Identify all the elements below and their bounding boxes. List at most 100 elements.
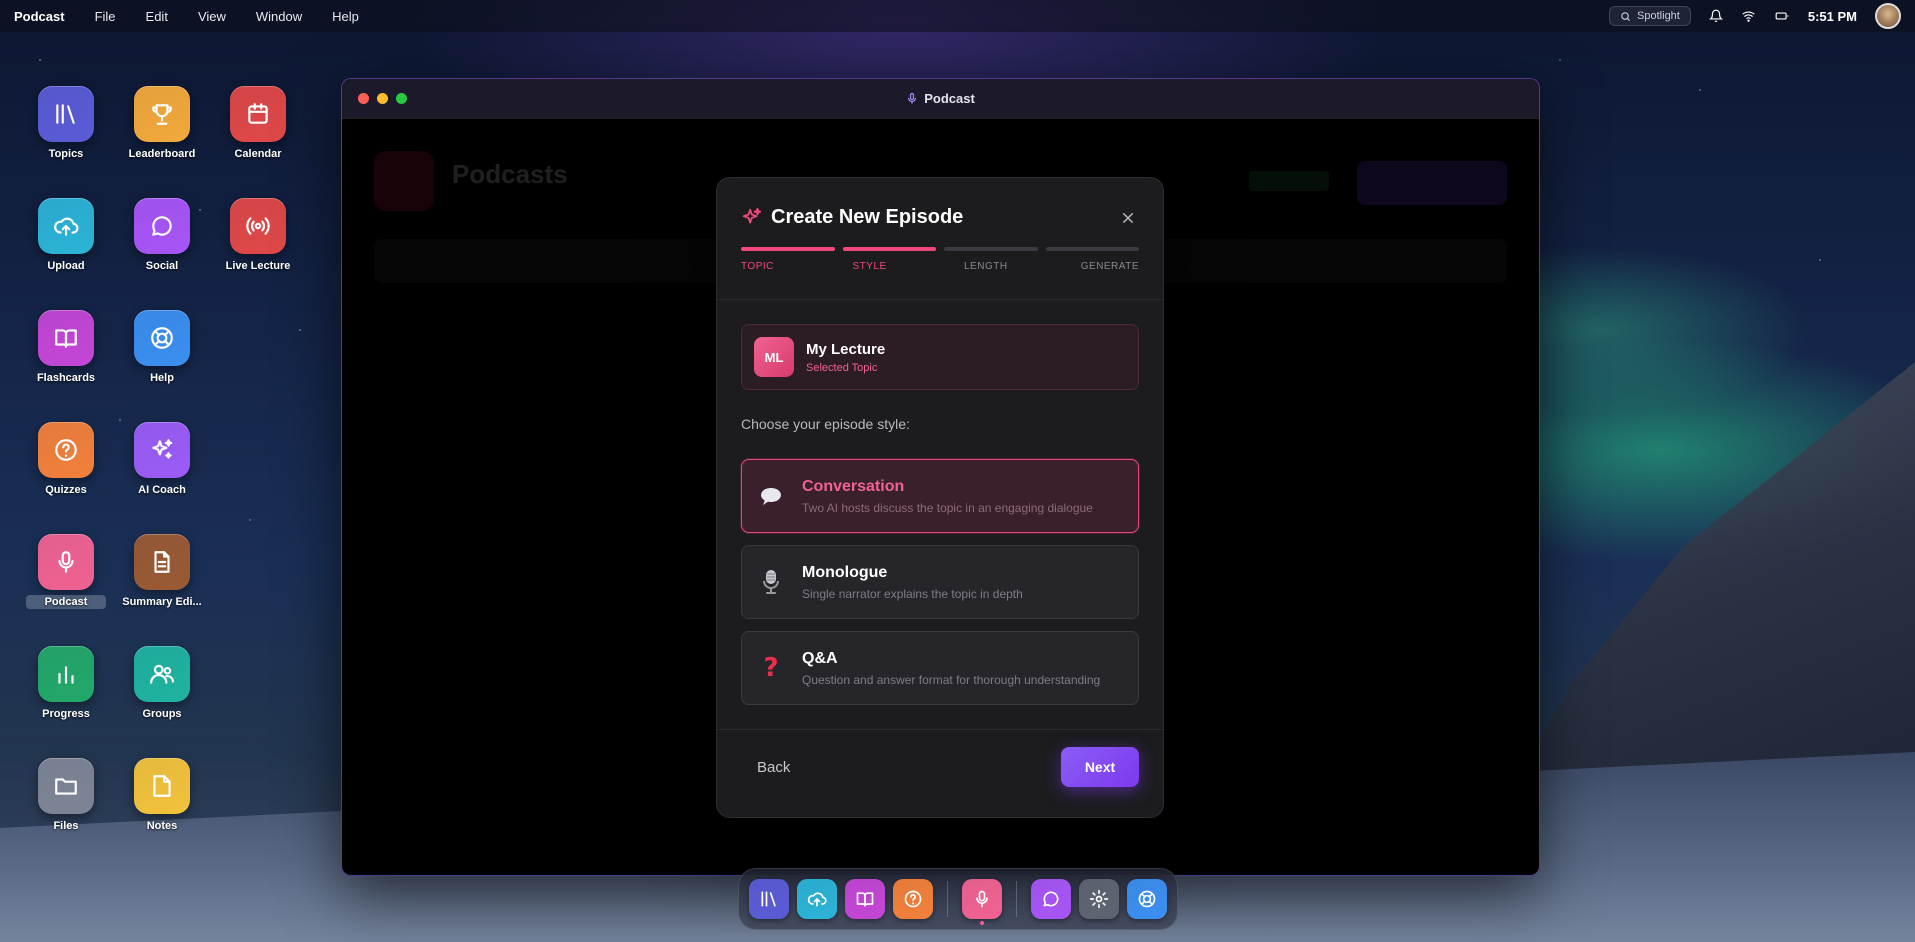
selected-topic-card: ML My Lecture Selected Topic (741, 324, 1139, 390)
desktop-icon-social[interactable]: Social (114, 198, 210, 273)
desktop-icon-progress[interactable]: Progress (18, 646, 114, 721)
back-button[interactable]: Back (741, 747, 806, 787)
desktop-icon-label: Files (53, 820, 79, 832)
window-titlebar[interactable]: Podcast (342, 79, 1539, 119)
lifebuoy-icon (134, 310, 190, 366)
desktop-icon-upload[interactable]: Upload (18, 198, 114, 273)
desktop-icon-calendar[interactable]: Calendar (210, 86, 306, 161)
bell-icon[interactable] (1708, 9, 1723, 23)
question-icon (904, 890, 922, 908)
desktop-icon-ai-coach[interactable]: AI Coach (114, 422, 210, 497)
app-logo (374, 151, 434, 211)
app-heading: Podcasts (452, 159, 568, 189)
dock-active-indicator (980, 921, 984, 925)
book-icon (38, 310, 94, 366)
desktop-icon-label: Topics (48, 148, 84, 160)
desktop-icon-topics[interactable]: Topics (18, 86, 114, 161)
upload-cloud-icon (807, 892, 827, 907)
dock-item-chat-bubble[interactable] (1031, 879, 1071, 919)
topic-avatar: ML (754, 337, 794, 377)
dock-item-library[interactable] (749, 879, 789, 919)
speech-bubble-icon (756, 485, 786, 507)
desktop-icon-label: Groups (142, 708, 182, 720)
microphone-icon (976, 890, 988, 908)
modal-close-button[interactable] (1117, 207, 1139, 229)
microphone-icon (908, 92, 917, 104)
desktop-icon-label: Leaderboard (128, 148, 196, 160)
desktop-icon-live-lecture[interactable]: Live Lecture (210, 198, 306, 273)
sparkles-icon (742, 207, 762, 223)
spotlight-label: Spotlight (1637, 10, 1680, 22)
desktop-icon-label: AI Coach (138, 484, 186, 496)
menu-edit[interactable]: Edit (146, 9, 168, 24)
desktop-icon-label: Quizzes (45, 484, 87, 496)
dock-item-book[interactable] (845, 879, 885, 919)
library-icon (761, 891, 776, 907)
calendar-icon (230, 86, 286, 142)
battery-icon[interactable] (1774, 9, 1790, 23)
menu-app-name[interactable]: Podcast (14, 9, 65, 24)
window-title: Podcast (342, 91, 1539, 106)
menu-help[interactable]: Help (332, 9, 359, 24)
option-title: Monologue (802, 563, 888, 581)
menu-view[interactable]: View (198, 9, 226, 24)
desktop-icon-label: Live Lecture (225, 260, 291, 272)
header-divider (717, 299, 1163, 300)
menu-file[interactable]: File (95, 9, 116, 24)
dock (738, 868, 1178, 930)
note-icon (134, 758, 190, 814)
folder-icon (38, 758, 94, 814)
desktop-icon-help[interactable]: Help (114, 310, 210, 385)
desktop-icon-label: Summary Edi... (122, 596, 202, 608)
dock-item-gear[interactable] (1079, 879, 1119, 919)
spotlight-button[interactable]: Spotlight (1609, 6, 1691, 26)
desktop-icon-groups[interactable]: Groups (114, 646, 210, 721)
desktop-icon-notes[interactable]: Notes (114, 758, 210, 833)
step-length: LENGTH (944, 247, 1038, 272)
step-generate: GENERATE (1045, 247, 1139, 272)
desktop-icon-label: Upload (47, 260, 85, 272)
wallpaper-mountain (1495, 362, 1915, 822)
next-button[interactable]: Next (1061, 747, 1139, 787)
topic-name: My Lecture (806, 340, 886, 358)
users-icon (134, 646, 190, 702)
desktop-icon-quizzes[interactable]: Quizzes (18, 422, 114, 497)
user-avatar[interactable] (1875, 3, 1901, 29)
upload-cloud-icon (38, 198, 94, 254)
style-option-conversation[interactable]: Conversation Two AI hosts discuss the to… (741, 459, 1139, 533)
sparkles-icon (134, 422, 190, 478)
desktop-icon-label: Help (150, 372, 174, 384)
studio-microphone-icon (756, 569, 786, 595)
menu-window[interactable]: Window (256, 9, 302, 24)
desktop-icon-label: Progress (42, 708, 90, 720)
broadcast-icon (230, 198, 286, 254)
desktop-icon-leaderboard[interactable]: Leaderboard (114, 86, 210, 161)
menu-clock[interactable]: 5:51 PM (1808, 9, 1857, 24)
desktop-icon-label: Social (145, 260, 179, 272)
option-title: Conversation (802, 477, 905, 495)
desktop-icon-podcast[interactable]: Podcast (18, 534, 114, 609)
dock-item-question[interactable] (893, 879, 933, 919)
new-episode-button-bg (1357, 161, 1507, 205)
close-icon (1122, 212, 1134, 223)
style-option-monologue[interactable]: Monologue Single narrator explains the t… (741, 545, 1139, 619)
desktop-icon-files[interactable]: Files (18, 758, 114, 833)
option-description: Question and answer format for thorough … (802, 672, 1101, 687)
topic-subtitle: Selected Topic (806, 361, 878, 374)
question-icon (38, 422, 94, 478)
modal-title: Create New Episode (771, 206, 964, 228)
desktop-icon-flashcards[interactable]: Flashcards (18, 310, 114, 385)
lifebuoy-icon (1138, 890, 1156, 908)
dock-item-lifebuoy[interactable] (1127, 879, 1167, 919)
desktop-icon-summary-edi[interactable]: Summary Edi... (114, 534, 210, 609)
app-stat (1249, 171, 1329, 191)
gear-icon (1089, 889, 1109, 909)
document-icon (134, 534, 190, 590)
search-icon (1621, 11, 1631, 21)
microphone-icon (38, 534, 94, 590)
dock-item-upload-cloud[interactable] (797, 879, 837, 919)
style-option-qa[interactable]: ? Q&A Question and answer format for tho… (741, 631, 1139, 705)
desktop-icon-label: Notes (146, 820, 178, 832)
dock-item-microphone[interactable] (962, 879, 1002, 925)
wifi-icon[interactable] (1741, 9, 1756, 23)
